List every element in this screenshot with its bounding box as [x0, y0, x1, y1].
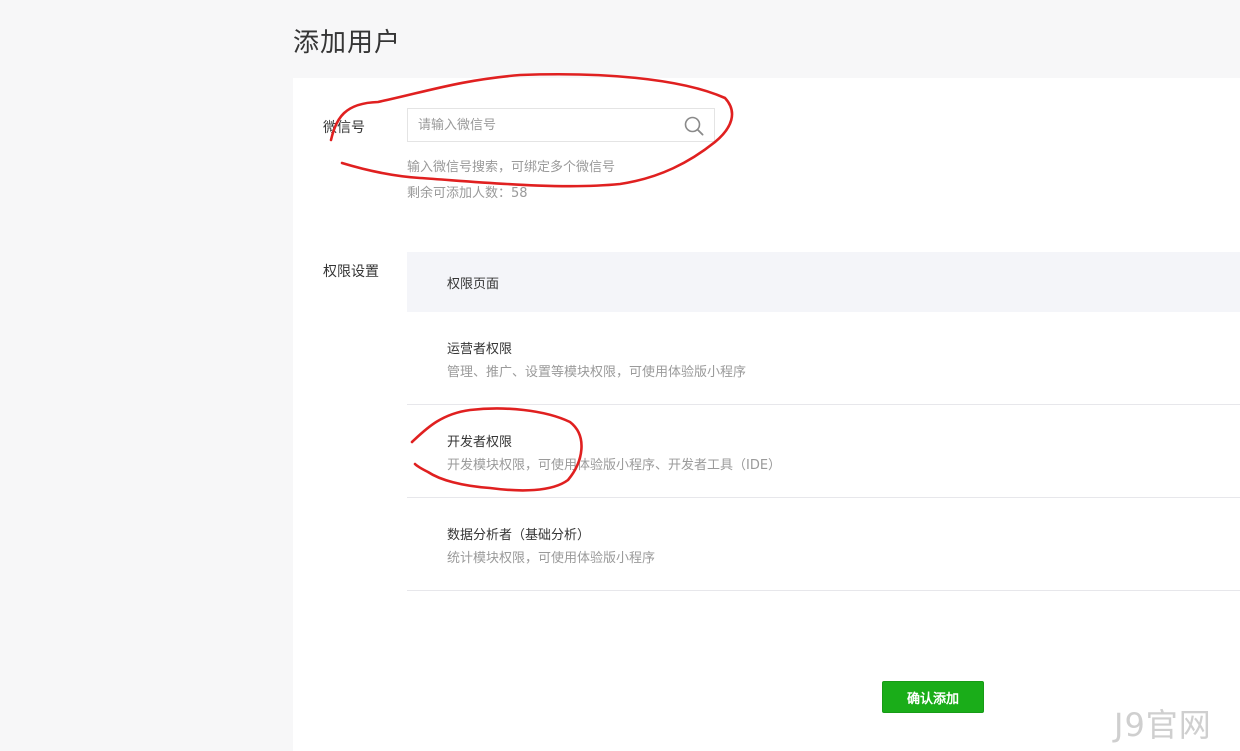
wechat-hint: 输入微信号搜索，可绑定多个微信号 — [407, 160, 616, 175]
permissions-header-label: 权限页面 — [447, 277, 500, 292]
remaining-count: 剩余可添加人数：58 — [407, 186, 528, 201]
wechat-search-box — [407, 108, 715, 142]
permission-title: 运营者权限 — [447, 342, 513, 357]
wechat-label: 微信号 — [323, 120, 365, 136]
watermark-logo: J9官网 — [1114, 706, 1212, 744]
page-title: 添加用户 — [293, 28, 402, 58]
permission-option-operator[interactable]: 运营者权限 管理、推广、设置等模块权限，可使用体验版小程序 — [407, 312, 1240, 405]
permission-description: 开发模块权限，可使用体验版小程序、开发者工具（IDE） — [447, 458, 782, 473]
permission-option-developer[interactable]: 开发者权限 开发模块权限，可使用体验版小程序、开发者工具（IDE） — [407, 405, 1240, 498]
search-icon[interactable] — [684, 116, 704, 136]
permissions-label: 权限设置 — [323, 264, 379, 280]
permission-description: 统计模块权限，可使用体验版小程序 — [447, 551, 656, 566]
permission-description: 管理、推广、设置等模块权限，可使用体验版小程序 — [447, 365, 747, 380]
permission-title: 数据分析者（基础分析） — [447, 528, 591, 543]
wechat-search-input[interactable] — [408, 109, 678, 141]
permission-option-data-analyst[interactable]: 数据分析者（基础分析） 统计模块权限，可使用体验版小程序 — [407, 498, 1240, 591]
permission-title: 开发者权限 — [447, 435, 513, 450]
confirm-add-button[interactable]: 确认添加 — [882, 681, 984, 713]
permissions-table-header: 权限页面 — [407, 252, 1240, 312]
